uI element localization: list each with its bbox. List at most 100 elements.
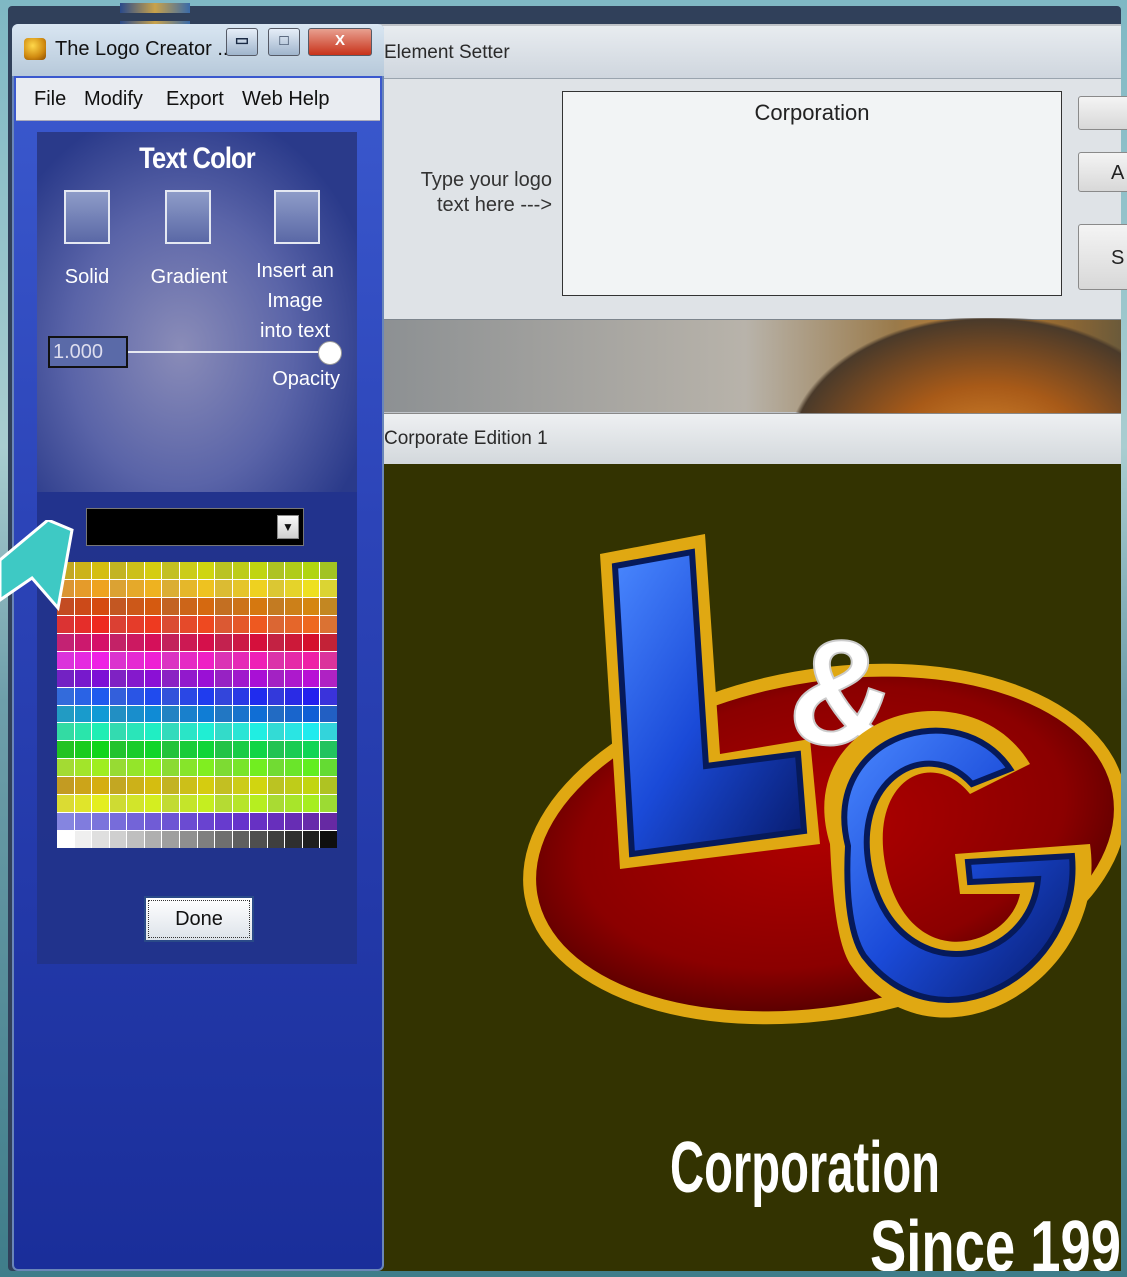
palette-swatch[interactable] xyxy=(215,597,232,615)
palette-swatch[interactable] xyxy=(109,705,127,723)
palette-swatch[interactable] xyxy=(215,813,232,831)
palette-swatch[interactable] xyxy=(109,723,127,741)
palette-swatch[interactable] xyxy=(179,705,197,723)
palette-swatch[interactable] xyxy=(215,777,232,795)
palette-swatch[interactable] xyxy=(215,795,232,813)
close-button[interactable]: X xyxy=(308,28,372,56)
palette-swatch[interactable] xyxy=(215,615,232,633)
palette-swatch[interactable] xyxy=(109,579,127,597)
palette-swatch[interactable] xyxy=(320,705,337,723)
palette-swatch[interactable] xyxy=(285,795,302,813)
palette-swatch[interactable] xyxy=(232,562,250,579)
palette-swatch[interactable] xyxy=(144,687,162,705)
palette-swatch[interactable] xyxy=(320,813,337,831)
image-into-text-option[interactable] xyxy=(274,190,320,244)
palette-swatch[interactable] xyxy=(57,831,74,848)
palette-swatch[interactable] xyxy=(232,597,250,615)
palette-swatch[interactable] xyxy=(197,651,215,669)
palette-swatch[interactable] xyxy=(144,651,162,669)
palette-swatch[interactable] xyxy=(197,813,215,831)
palette-swatch[interactable] xyxy=(92,831,109,848)
palette-swatch[interactable] xyxy=(250,831,267,848)
palette-swatch[interactable] xyxy=(92,723,109,741)
palette-swatch[interactable] xyxy=(92,669,109,687)
palette-swatch[interactable] xyxy=(320,687,337,705)
palette-swatch[interactable] xyxy=(109,831,127,848)
palette-swatch[interactable] xyxy=(127,813,144,831)
palette-swatch[interactable] xyxy=(215,723,232,741)
palette-swatch[interactable] xyxy=(74,723,92,741)
logo-text-input[interactable]: Corporation xyxy=(562,91,1062,296)
palette-swatch[interactable] xyxy=(285,687,302,705)
palette-swatch[interactable] xyxy=(179,795,197,813)
opacity-slider-track[interactable] xyxy=(128,351,328,353)
element-setter-titlebar[interactable]: Element Setter xyxy=(370,26,1121,79)
palette-swatch[interactable] xyxy=(197,579,215,597)
chevron-down-icon[interactable]: ▼ xyxy=(277,515,299,539)
palette-swatch[interactable] xyxy=(162,651,179,669)
maximize-button[interactable]: □ xyxy=(268,28,300,56)
palette-swatch[interactable] xyxy=(57,741,74,759)
palette-swatch[interactable] xyxy=(57,759,74,777)
palette-swatch[interactable] xyxy=(179,759,197,777)
palette-swatch[interactable] xyxy=(302,795,320,813)
palette-swatch[interactable] xyxy=(215,579,232,597)
gradient-option[interactable] xyxy=(165,190,211,244)
palette-swatch[interactable] xyxy=(57,795,74,813)
palette-swatch[interactable] xyxy=(179,562,197,579)
solid-option[interactable] xyxy=(64,190,110,244)
palette-swatch[interactable] xyxy=(285,777,302,795)
palette-swatch[interactable] xyxy=(127,633,144,651)
palette-swatch[interactable] xyxy=(232,615,250,633)
canvas-window-titlebar[interactable]: Corporate Edition 1 xyxy=(370,413,1121,465)
palette-swatch[interactable] xyxy=(109,651,127,669)
palette-swatch[interactable] xyxy=(232,759,250,777)
palette-swatch[interactable] xyxy=(232,579,250,597)
palette-swatch[interactable] xyxy=(197,831,215,848)
palette-swatch[interactable] xyxy=(109,687,127,705)
palette-swatch[interactable] xyxy=(57,687,74,705)
palette-swatch[interactable] xyxy=(144,562,162,579)
palette-swatch[interactable] xyxy=(302,633,320,651)
palette-swatch[interactable] xyxy=(162,813,179,831)
palette-swatch[interactable] xyxy=(285,633,302,651)
palette-swatch[interactable] xyxy=(320,795,337,813)
palette-swatch[interactable] xyxy=(285,813,302,831)
palette-swatch[interactable] xyxy=(57,723,74,741)
palette-swatch[interactable] xyxy=(74,687,92,705)
palette-swatch[interactable] xyxy=(127,597,144,615)
palette-swatch[interactable] xyxy=(285,562,302,579)
palette-swatch[interactable] xyxy=(74,705,92,723)
palette-swatch[interactable] xyxy=(320,615,337,633)
palette-swatch[interactable] xyxy=(179,633,197,651)
palette-swatch[interactable] xyxy=(92,633,109,651)
opacity-value-field[interactable]: 1.000 xyxy=(48,336,128,368)
palette-swatch[interactable] xyxy=(250,705,267,723)
palette-swatch[interactable] xyxy=(250,723,267,741)
palette-swatch[interactable] xyxy=(302,831,320,848)
palette-swatch[interactable] xyxy=(285,615,302,633)
palette-swatch[interactable] xyxy=(302,597,320,615)
palette-swatch[interactable] xyxy=(127,562,144,579)
palette-swatch[interactable] xyxy=(197,687,215,705)
palette-swatch[interactable] xyxy=(127,777,144,795)
palette-swatch[interactable] xyxy=(197,705,215,723)
palette-swatch[interactable] xyxy=(197,723,215,741)
palette-swatch[interactable] xyxy=(179,741,197,759)
palette-swatch[interactable] xyxy=(127,687,144,705)
palette-swatch[interactable] xyxy=(267,633,285,651)
palette-swatch[interactable] xyxy=(302,651,320,669)
palette-swatch[interactable] xyxy=(127,579,144,597)
palette-swatch[interactable] xyxy=(302,813,320,831)
palette-swatch[interactable] xyxy=(144,579,162,597)
palette-swatch[interactable] xyxy=(92,813,109,831)
palette-swatch[interactable] xyxy=(162,795,179,813)
palette-swatch[interactable] xyxy=(162,562,179,579)
palette-swatch[interactable] xyxy=(285,705,302,723)
palette-swatch[interactable] xyxy=(144,831,162,848)
palette-swatch[interactable] xyxy=(215,669,232,687)
palette-swatch[interactable] xyxy=(320,759,337,777)
palette-swatch[interactable] xyxy=(109,795,127,813)
palette-swatch[interactable] xyxy=(179,615,197,633)
palette-swatch[interactable] xyxy=(57,633,74,651)
